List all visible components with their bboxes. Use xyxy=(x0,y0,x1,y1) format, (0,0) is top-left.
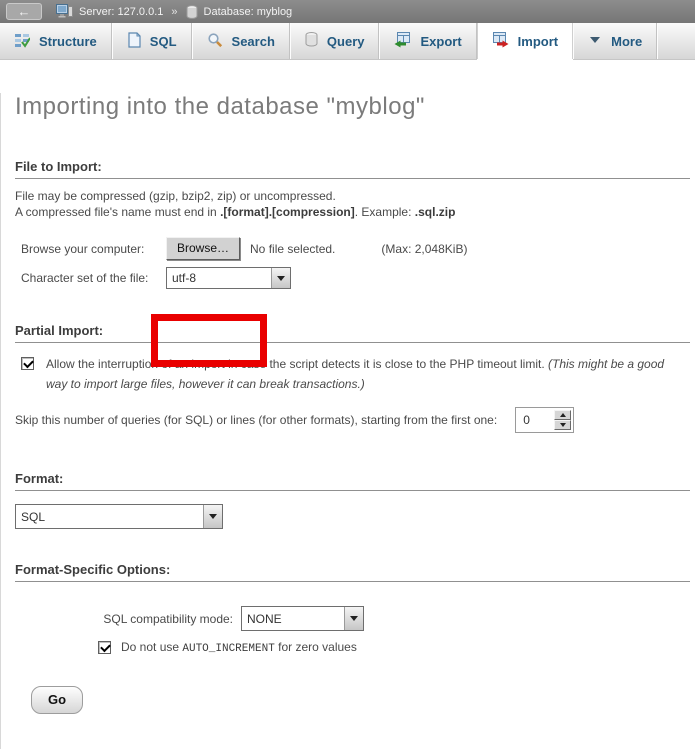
sql-compatibility-row: SQL compatibility mode: NONE xyxy=(96,606,695,631)
spinner-down-icon xyxy=(560,423,566,427)
charset-dropdown-button[interactable] xyxy=(271,268,290,288)
import-page: Importing into the database "myblog" Fil… xyxy=(0,93,695,749)
tab-export[interactable]: Export xyxy=(379,23,476,59)
tab-bar: Structure SQL Search Query Export Import xyxy=(0,23,695,60)
skip-queries-row: Skip this number of queries (for SQL) or… xyxy=(15,407,695,433)
section-divider xyxy=(15,178,690,179)
breadcrumb-server[interactable]: Server: 127.0.0.1 xyxy=(79,6,163,18)
dropdown-arrow-icon xyxy=(209,514,217,519)
chevron-down-icon xyxy=(588,34,602,48)
dropdown-arrow-icon xyxy=(277,276,285,281)
tab-more[interactable]: More xyxy=(573,23,657,59)
export-icon xyxy=(394,31,411,51)
import-icon xyxy=(492,31,509,51)
browse-label: Browse your computer: xyxy=(21,242,166,256)
spinner-up-button[interactable] xyxy=(554,410,571,420)
section-divider xyxy=(15,342,690,343)
auto-increment-row: Do not use AUTO_INCREMENT for zero value… xyxy=(98,640,695,655)
page-title: Importing into the database "myblog" xyxy=(15,93,695,121)
tab-more-label: More xyxy=(611,34,642,49)
tab-query[interactable]: Query xyxy=(290,23,380,59)
section-title-format: Format: xyxy=(15,471,695,486)
tab-sql-label: SQL xyxy=(150,34,177,49)
naming-format-pattern: .[format].[compression] xyxy=(220,205,355,219)
server-icon xyxy=(56,4,73,19)
tab-import[interactable]: Import xyxy=(477,23,573,59)
database-icon xyxy=(186,5,198,19)
interrupt-option-text: Allow the interruption of an import in c… xyxy=(46,354,687,394)
sql-compatibility-select[interactable]: NONE xyxy=(241,606,364,631)
auto-increment-code: AUTO_INCREMENT xyxy=(182,643,274,655)
section-title-file-to-import: File to Import: xyxy=(15,159,695,174)
compat-dropdown-button[interactable] xyxy=(344,607,363,630)
skip-queries-value: 0 xyxy=(518,410,554,430)
search-icon xyxy=(207,32,223,51)
tab-import-label: Import xyxy=(518,34,558,49)
section-divider xyxy=(15,490,690,491)
spinner-up-icon xyxy=(560,413,566,417)
back-button[interactable]: ← xyxy=(6,3,42,20)
dropdown-arrow-icon xyxy=(350,616,358,621)
tab-search-label: Search xyxy=(232,34,275,49)
spinner-down-button[interactable] xyxy=(554,420,571,430)
section-title-format-specific-options: Format-Specific Options: xyxy=(15,562,695,577)
naming-info-prefix: A compressed file's name must end in xyxy=(15,205,220,219)
skip-queries-label: Skip this number of queries (for SQL) or… xyxy=(15,413,497,427)
structure-icon xyxy=(14,32,30,51)
breadcrumb-database[interactable]: Database: myblog xyxy=(204,6,293,18)
naming-example: .sql.zip xyxy=(415,205,456,219)
sql-icon xyxy=(127,32,141,51)
no-file-selected-text: No file selected. xyxy=(250,242,335,256)
file-import-description: File may be compressed (gzip, bzip2, zip… xyxy=(15,188,695,220)
browse-row: Browse your computer: Browse… No file se… xyxy=(21,237,695,260)
allow-interrupt-checkbox[interactable] xyxy=(21,357,34,370)
tab-query-label: Query xyxy=(327,34,365,49)
format-dropdown-button[interactable] xyxy=(203,505,222,528)
tabbar-spacer xyxy=(657,23,695,59)
tab-search[interactable]: Search xyxy=(192,23,290,59)
section-divider xyxy=(15,581,690,582)
breadcrumb-bar: ← Server: 127.0.0.1 » Database: myblog xyxy=(0,0,695,23)
naming-info-mid: . Example: xyxy=(355,205,415,219)
query-icon xyxy=(305,32,318,50)
tab-export-label: Export xyxy=(420,34,461,49)
back-arrow-icon: ← xyxy=(18,5,31,18)
go-button[interactable]: Go xyxy=(31,686,83,714)
interrupt-option-row: Allow the interruption of an import in c… xyxy=(21,354,687,394)
charset-selected-value: utf-8 xyxy=(167,268,271,288)
tab-sql[interactable]: SQL xyxy=(112,23,192,59)
format-select[interactable]: SQL xyxy=(15,504,223,529)
browse-button[interactable]: Browse… xyxy=(166,237,240,260)
tab-structure[interactable]: Structure xyxy=(0,23,112,59)
section-title-partial-import: Partial Import: xyxy=(15,323,695,338)
charset-label: Character set of the file: xyxy=(21,271,166,285)
format-selected-value: SQL xyxy=(16,505,203,528)
compression-info: File may be compressed (gzip, bzip2, zip… xyxy=(15,189,336,203)
sql-compatibility-value: NONE xyxy=(242,607,344,630)
breadcrumb-separator: » xyxy=(171,6,177,18)
skip-queries-input[interactable]: 0 xyxy=(515,407,574,433)
charset-select[interactable]: utf-8 xyxy=(166,267,291,289)
sql-compatibility-label: SQL compatibility mode: xyxy=(96,612,241,626)
tab-structure-label: Structure xyxy=(39,34,97,49)
spinner-buttons xyxy=(554,410,571,430)
auto-increment-checkbox[interactable] xyxy=(98,641,111,654)
charset-row: Character set of the file: utf-8 xyxy=(21,267,695,289)
auto-increment-label: Do not use AUTO_INCREMENT for zero value… xyxy=(121,640,357,655)
max-upload-size: (Max: 2,048KiB) xyxy=(381,242,467,256)
